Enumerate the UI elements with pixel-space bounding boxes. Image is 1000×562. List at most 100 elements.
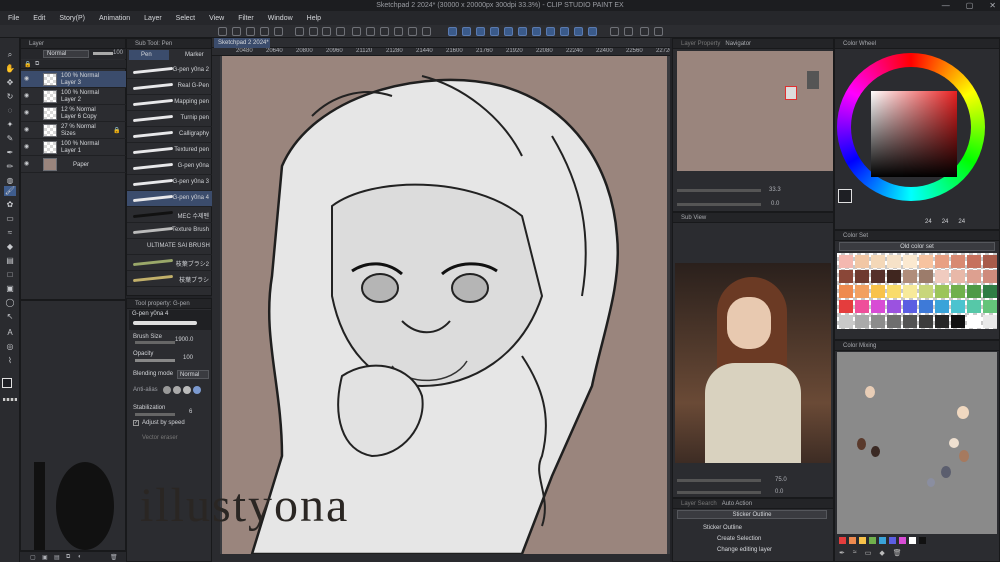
tab-marker[interactable]: Marker [171,50,211,60]
brush-size-slider[interactable] [135,341,175,344]
palette-swatch[interactable] [879,537,886,544]
color-swatch[interactable] [919,285,933,298]
stroke-g-icon[interactable] [532,27,541,36]
color-swatch[interactable] [919,255,933,268]
tab-navigator[interactable]: Navigator [725,41,751,47]
color-swatch[interactable] [871,300,885,313]
color-swatch[interactable] [871,315,885,328]
palette-swatch[interactable] [839,537,846,544]
layer-row[interactable]: ◉ 100 % Normal Layer 1 [21,139,127,156]
maximize-button[interactable]: ▢ [966,0,974,11]
menu-view[interactable]: View [209,15,224,22]
palette-swatch[interactable] [869,537,876,544]
auto-action-item[interactable]: Create Selection [679,534,819,544]
brush-item[interactable]: ULTIMATE SAI BRUSH [127,239,213,255]
brush-item[interactable]: G-pen y0na 3 [127,175,213,191]
pen-mode-icon[interactable] [588,27,597,36]
color-swatch[interactable] [903,255,917,268]
eyedropper-icon[interactable] [610,27,619,36]
eyedropper-tool-icon[interactable]: ✎ [4,134,16,144]
lock-icon[interactable]: 🔒 [24,61,31,68]
menu-story[interactable]: Story(P) [59,15,85,22]
brush-item[interactable]: Turnip pen [127,111,213,127]
antialias-none-button[interactable] [163,386,171,394]
close-button[interactable]: ✕ [989,0,996,11]
color-swatch[interactable] [983,255,997,268]
color-swatch[interactable] [983,285,997,298]
settings-icon[interactable] [274,27,283,36]
tool-property-tab[interactable]: Tool property: G-pen [127,299,211,309]
color-swatch[interactable] [887,255,901,268]
canvas-tab[interactable]: Sketchpad 2 2024* [214,38,270,48]
stroke-c-icon[interactable] [476,27,485,36]
selection-icon[interactable] [422,27,431,36]
color-swatch[interactable] [871,270,885,283]
stroke-j-icon[interactable] [574,27,583,36]
brush-item[interactable]: 枝葉ブラシ [127,271,213,287]
zoom-tool-icon[interactable]: ⌕ [4,50,16,60]
palette-swatch[interactable] [899,537,906,544]
menu-filter[interactable]: Filter [238,15,254,22]
subview-reference-image[interactable] [675,263,831,463]
brush-item[interactable]: G-pen y0na 2 [127,63,213,79]
stroke-d-icon[interactable] [490,27,499,36]
palette-swatch[interactable] [909,537,916,544]
color-swatch[interactable] [935,285,949,298]
undo-icon[interactable] [322,27,331,36]
brush-item[interactable]: MEC 수제펜 [127,207,213,223]
mix-clear-icon[interactable]: 🗑 [893,549,902,559]
lasso-tool-icon[interactable]: ◌ [4,106,16,116]
auto-action-set-dropdown[interactable]: Sticker Outline [677,510,827,519]
deselect-icon[interactable] [394,27,403,36]
main-color-indicator[interactable] [838,189,852,203]
save-icon[interactable] [246,27,255,36]
clear-icon[interactable] [352,27,361,36]
auto-action-item[interactable]: Sticker Outline [679,523,819,533]
layer-panel-tab[interactable]: Layer [21,39,125,49]
navigator-rotate-slider[interactable] [677,203,761,206]
blend-tool-icon[interactable]: ≈ [4,228,16,238]
color-swatch[interactable] [855,300,869,313]
visibility-eye-icon[interactable]: ◉ [24,110,31,116]
palette-swatch[interactable] [919,537,926,544]
navigator-zoom-value[interactable]: 33.3 [769,187,781,193]
antialias-mid-button[interactable] [183,386,191,394]
fill-tool-icon[interactable]: ◆ [4,242,16,252]
stroke-h-icon[interactable] [546,27,555,36]
magic-wand-icon[interactable]: ✦ [4,120,16,130]
color-swatch[interactable] [983,270,997,283]
color-swatch[interactable] [903,315,917,328]
color-swatch[interactable] [887,315,901,328]
subview-zoom-value[interactable]: 75.0 [775,477,787,483]
menu-file[interactable]: File [8,15,19,22]
color-swatch[interactable] [935,300,949,313]
subtool-panel-tab[interactable]: Sub Tool: Pen [127,39,211,49]
navigator-preview[interactable] [677,51,833,171]
brush-item[interactable]: 枝葉ブラシ2 [127,255,213,271]
antialias-strong-button[interactable] [193,386,201,394]
color-swatch[interactable] [951,255,965,268]
mix-brush-icon[interactable]: ✒ [839,549,845,559]
color-swatch[interactable] [935,315,949,328]
layer-row[interactable]: ◉ 27 % Normal Sizes 🔒 [21,122,127,139]
blending-dropdown[interactable]: Normal [177,370,209,379]
tab-layer-property[interactable]: Layer Property [681,41,720,47]
copy-icon[interactable] [295,27,304,36]
fill-icon[interactable] [366,27,375,36]
clip-icon[interactable]: ⧉ [35,61,39,68]
color-wheel-tab[interactable]: Color Wheel [835,39,999,49]
redo-icon[interactable] [336,27,345,36]
color-swatch[interactable] [839,315,853,328]
layer-row[interactable]: ◉ 100 % Normal Layer 2 [21,88,127,105]
brush-item[interactable]: Textured pen [127,143,213,159]
color-set-tab[interactable]: Color Set [835,231,999,241]
color-swatch[interactable] [935,270,949,283]
palette-swatch[interactable] [859,537,866,544]
color-swatch[interactable] [839,255,853,268]
mixing-canvas[interactable] [837,352,997,534]
frame-tool-icon[interactable]: ▣ [4,284,16,294]
color-swatch[interactable] [919,315,933,328]
eraser-tool-icon[interactable]: ▭ [4,214,16,224]
open-file-icon[interactable] [232,27,241,36]
navigator-viewport[interactable] [785,86,797,100]
